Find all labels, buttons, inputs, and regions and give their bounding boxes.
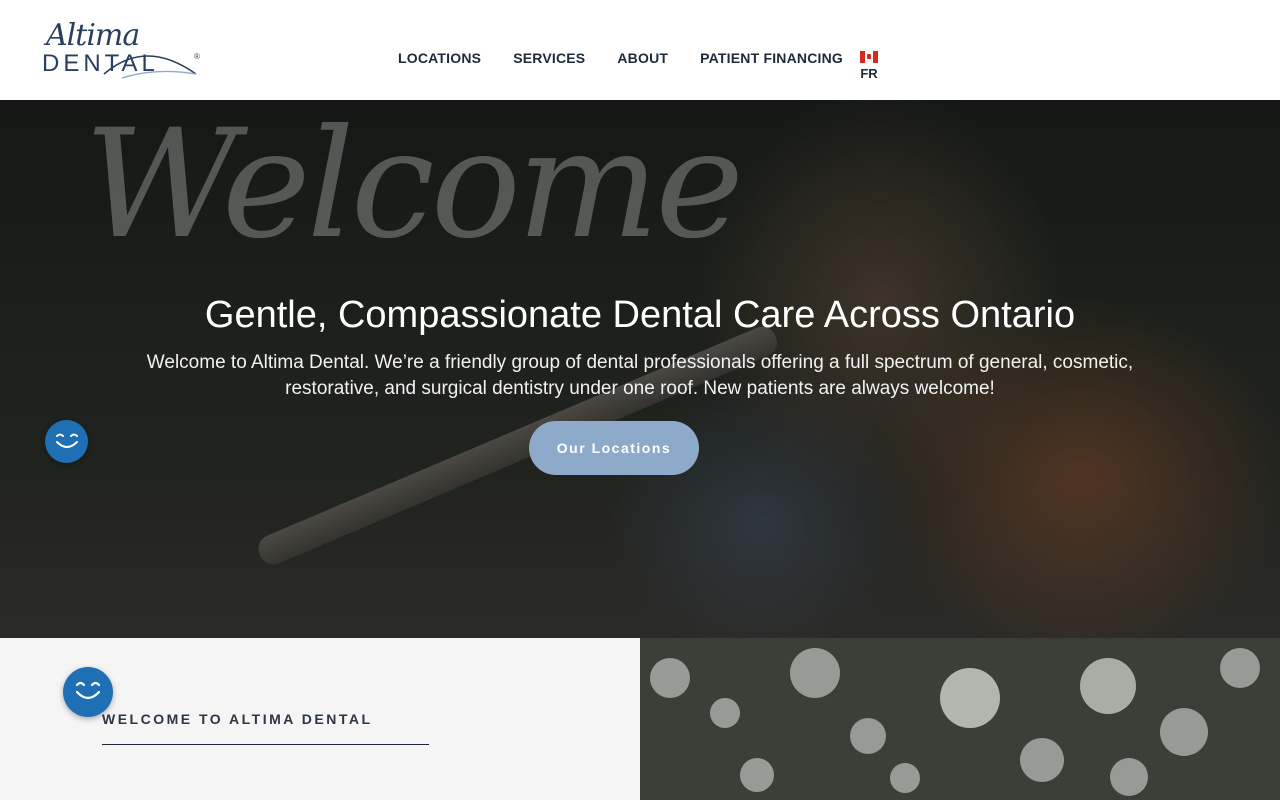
intro-heading: WELCOME TO ALTIMA DENTAL <box>102 711 373 727</box>
hero-description: Welcome to Altima Dental. We’re a friend… <box>146 352 1134 399</box>
smile-widget-button[interactable] <box>45 420 88 463</box>
smile-widget-button-secondary[interactable] <box>63 667 113 717</box>
main-nav: LOCATIONS SERVICES ABOUT PATIENT FINANCI… <box>398 50 875 66</box>
smile-icon <box>55 433 78 448</box>
hero-title: Gentle, Compassionate Dental Care Across… <box>204 294 1076 336</box>
site-header: Altima DENTAL ® LOCATIONS SERVICES ABOUT… <box>0 0 1280 100</box>
nav-patient-financing[interactable]: PATIENT FINANCING <box>700 50 843 66</box>
bokeh-background-image <box>640 638 1280 800</box>
nav-services[interactable]: SERVICES <box>513 50 585 66</box>
welcome-script-text: Welcome <box>84 100 744 272</box>
intro-section: WELCOME TO ALTIMA DENTAL <box>0 638 640 800</box>
registered-mark: ® <box>194 52 200 61</box>
smile-icon <box>75 681 101 700</box>
language-label[interactable]: FR <box>859 66 879 81</box>
hero-section: Welcome Gentle, Compassionate Dental Car… <box>0 100 1280 638</box>
nav-locations[interactable]: LOCATIONS <box>398 50 481 66</box>
logo-word-text: DENTAL <box>42 50 159 77</box>
our-locations-button[interactable]: Our Locations <box>529 421 699 475</box>
intro-divider <box>102 744 429 745</box>
nav-about[interactable]: ABOUT <box>617 50 668 66</box>
altima-dental-logo[interactable]: Altima DENTAL ® <box>42 18 212 80</box>
canada-flag-icon <box>860 51 878 63</box>
language-switcher[interactable]: FR <box>859 51 879 81</box>
